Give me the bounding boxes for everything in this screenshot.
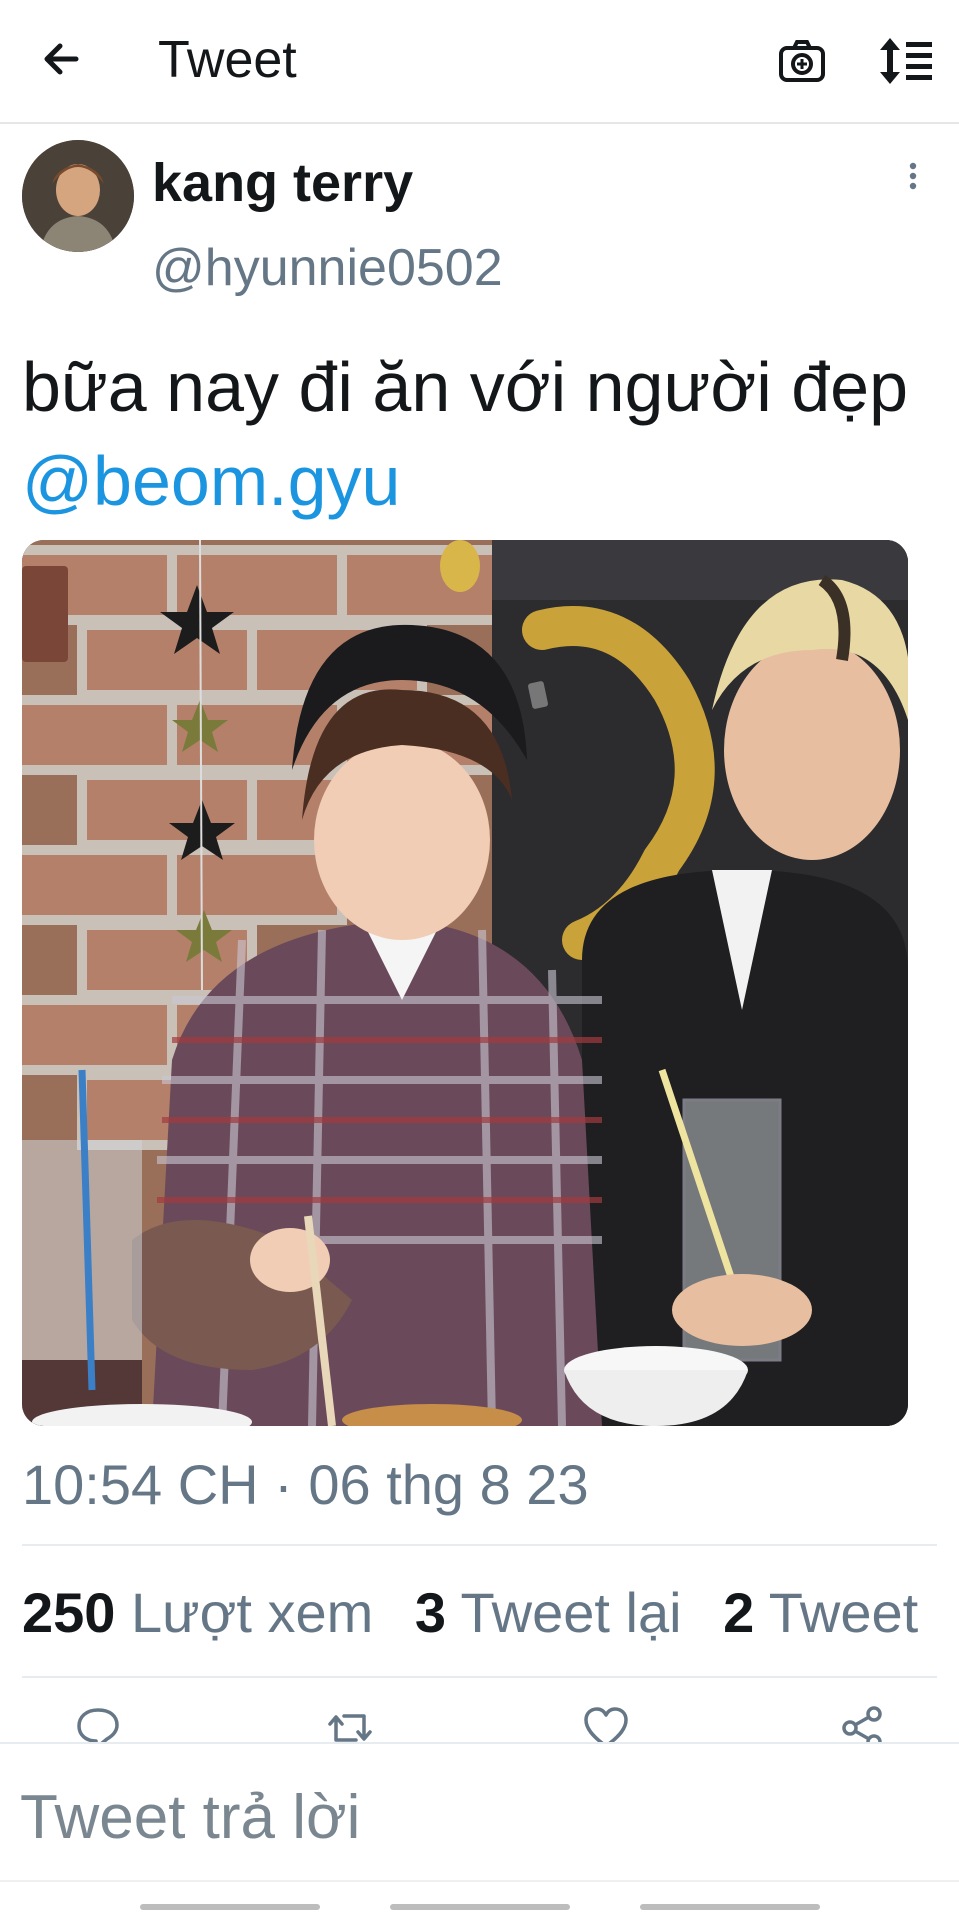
quotes-count: 2 [723,1581,755,1644]
retweet-icon [328,1714,372,1742]
tweet-detail-screen: Tweet kang terry @hyunnie0502 bữa nay đi… [0,0,959,1920]
quotes-label: Tweet [768,1581,919,1644]
tweet-text: bữa nay đi ăn với người đẹp @beom.gyu [22,340,922,528]
retweets-count: 3 [414,1581,446,1644]
like-button[interactable] [582,1704,630,1742]
quotes-stat[interactable]: 2 Tweet [723,1581,944,1644]
tweet-photo[interactable] [22,540,908,1426]
camera-icon [779,40,825,82]
more-options-button[interactable] [898,158,928,198]
reply-icon [77,1708,119,1742]
divider [22,1544,937,1546]
top-app-bar: Tweet [0,0,959,124]
reply-composer[interactable]: Tweet trả lời [0,1742,959,1880]
more-vertical-icon [909,162,917,190]
mention-link[interactable]: @beom.gyu [22,442,400,520]
views-stat[interactable]: 250 Lượt xem [22,1581,415,1644]
tweet-timestamp: 10:54 CH · 06 thg 8 23 [22,1453,589,1516]
share-icon [842,1706,882,1742]
heart-icon [584,1707,628,1742]
divider [22,1676,937,1678]
tweet-action-bar [0,1696,959,1742]
retweets-label: Tweet lại [460,1581,682,1644]
sort-button[interactable] [876,34,936,88]
reply-button[interactable] [74,1704,122,1742]
retweets-stat[interactable]: 3 Tweet lại [415,1581,723,1644]
avatar[interactable] [22,140,134,252]
page-title: Tweet [158,31,297,89]
author-handle[interactable]: @hyunnie0502 [152,238,503,298]
views-count: 250 [22,1581,116,1644]
tweet-stats: 250 Lượt xem 3 Tweet lại 2 Tweet [22,1580,952,1645]
reply-input[interactable]: Tweet trả lời [20,1782,360,1853]
system-navigation-bar [0,1880,959,1920]
camera-button[interactable] [776,36,828,88]
arrow-left-icon [44,43,79,75]
system-back-button[interactable] [640,1904,820,1910]
sort-icon [880,38,932,84]
back-button[interactable] [36,34,86,84]
views-label: Lượt xem [131,1581,374,1644]
recent-apps-button[interactable] [140,1904,320,1910]
home-button[interactable] [390,1904,570,1910]
retweet-button[interactable] [326,1704,374,1742]
share-button[interactable] [838,1704,886,1742]
author-display-name[interactable]: kang terry [152,152,413,214]
tweet-body: bữa nay đi ăn với người đẹp [22,348,909,426]
